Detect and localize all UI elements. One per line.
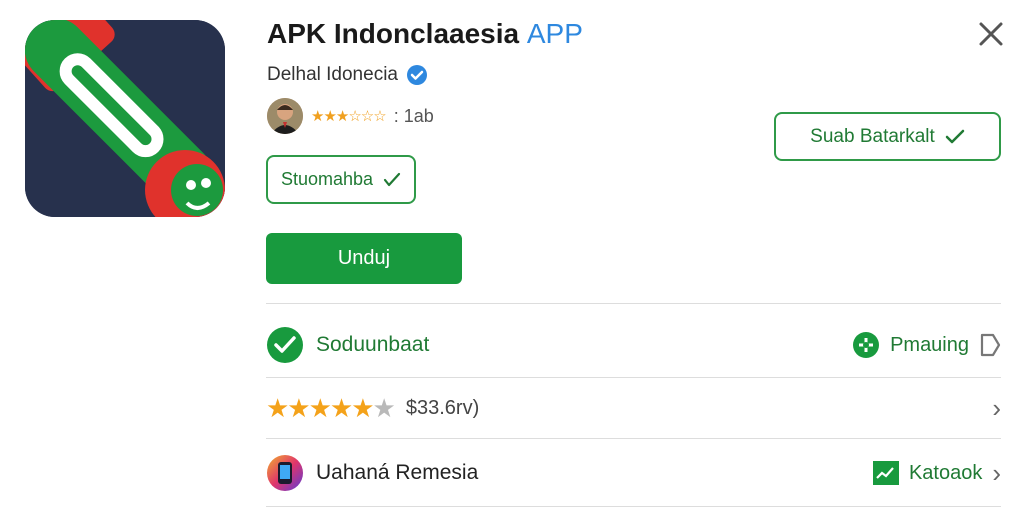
status-button-label: Stuomahba [280, 169, 374, 189]
developer-action[interactable]: Katoaok [909, 462, 982, 485]
small-star-rating: ★★★☆☆☆ [311, 108, 387, 125]
download-button[interactable]: Unduj [266, 233, 462, 284]
verified-badge-icon [406, 65, 427, 85]
divider [266, 506, 1001, 507]
chart-icon [872, 461, 899, 485]
developer-app-icon [267, 455, 303, 491]
app-title-main: APK Indonclaaesia [267, 18, 520, 49]
tag-icon [980, 333, 1001, 357]
close-button[interactable] [975, 18, 1007, 50]
developer-name: Delhal Idonecia [267, 64, 398, 85]
developer-row-label: Uahaná Remesia [316, 461, 479, 484]
check-icon [945, 129, 965, 143]
chevron-right-icon: › [992, 392, 1001, 423]
download-button-label: Unduj [337, 247, 391, 269]
status-button[interactable]: Stuomahba [266, 155, 416, 204]
save-button[interactable]: Suab Batarkalt [774, 112, 1001, 161]
check-circle-icon [267, 327, 303, 363]
plus-circle-icon [853, 332, 880, 358]
close-icon [979, 22, 1003, 46]
avatar-image [267, 98, 303, 134]
developer-line[interactable]: Delhal Idonecia [267, 64, 428, 86]
avatar [267, 98, 303, 134]
app-title: APK Indonclaaesia APP [267, 18, 583, 50]
developer-row[interactable]: Uahaná Remesia Katoaok › [266, 443, 1001, 503]
app-icon [25, 20, 225, 217]
check-icon [383, 172, 401, 186]
review-count: $33.6rv) [405, 396, 480, 419]
rating-count: : 1ab [393, 105, 434, 126]
chevron-right-icon: › [992, 457, 1001, 488]
star-rating: ★★★★★★ [266, 392, 396, 423]
rating-summary: ★★★☆☆☆ : 1ab [267, 98, 434, 134]
security-row[interactable]: Soduunbaat Pmauing [266, 315, 1001, 375]
save-button-label: Suab Batarkalt [810, 125, 935, 147]
reviews-row[interactable]: ★★★★★★ $33.6rv) › [266, 378, 1001, 438]
app-logo [25, 20, 225, 217]
security-action[interactable]: Pmauing [890, 334, 969, 357]
divider [266, 303, 1001, 304]
security-label: Soduunbaat [316, 333, 430, 356]
divider [266, 438, 1001, 439]
app-title-accent: APP [526, 18, 583, 49]
